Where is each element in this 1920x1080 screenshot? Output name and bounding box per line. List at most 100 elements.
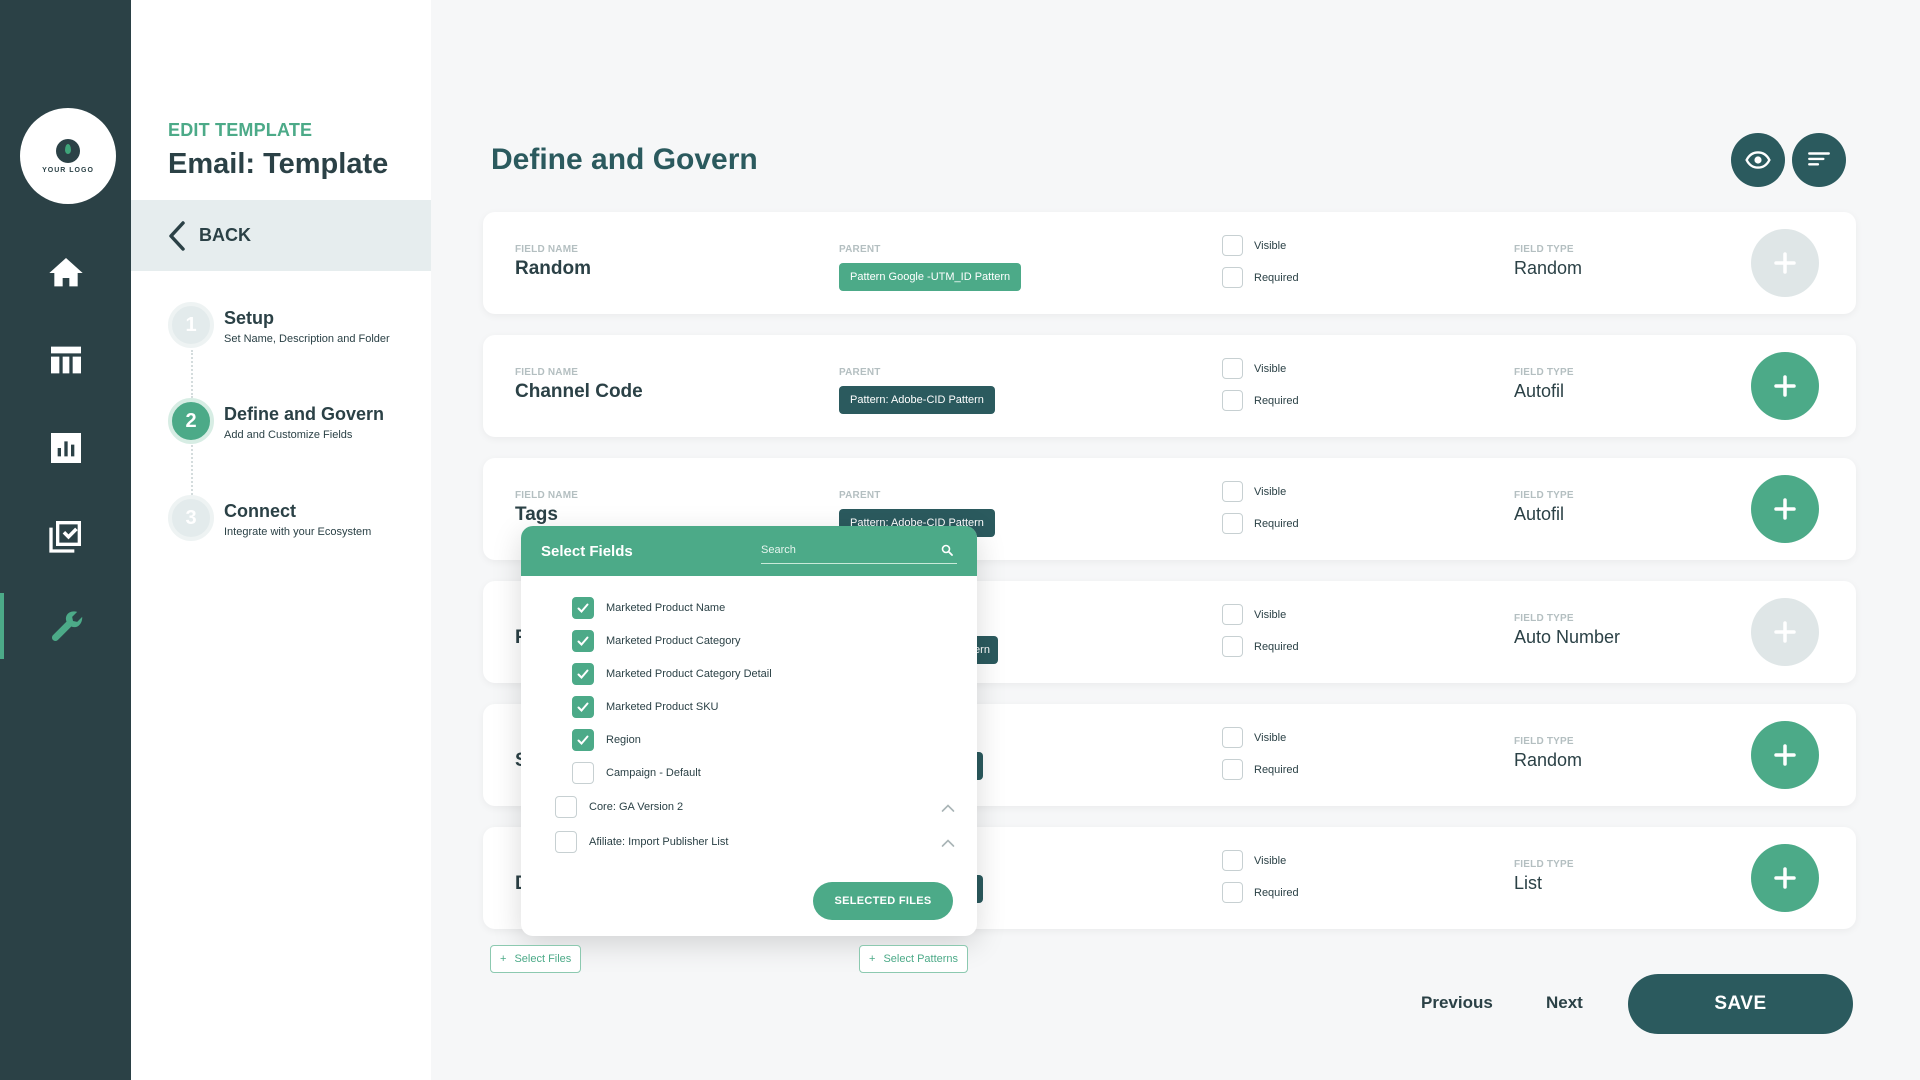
add-button[interactable] — [1751, 229, 1819, 297]
checkbox-unchecked[interactable] — [572, 762, 594, 784]
checkbox-checked[interactable] — [572, 729, 594, 751]
visible-checkbox[interactable] — [1222, 727, 1243, 748]
step-connector — [191, 350, 193, 398]
group-item[interactable]: Afiliate: Import Publisher List — [555, 831, 728, 853]
home-icon — [48, 258, 83, 287]
visible-checkbox[interactable] — [1222, 358, 1243, 379]
list-item[interactable]: Marketed Product SKU — [572, 696, 719, 718]
logo[interactable]: YOUR LOGO — [20, 108, 116, 204]
field-card: FIELD NAME Channel Code PARENT Pattern: … — [483, 335, 1856, 437]
add-button[interactable] — [1751, 721, 1819, 789]
check-icon — [577, 636, 589, 646]
checkbox-checked[interactable] — [572, 597, 594, 619]
wrench-icon — [51, 611, 82, 641]
required-toggle[interactable]: Required — [1222, 636, 1299, 657]
required-toggle[interactable]: Required — [1222, 759, 1299, 780]
rail-checklist[interactable] — [0, 503, 131, 569]
step-setup[interactable]: 1 Setup Set Name, Description and Folder — [168, 302, 390, 348]
selected-files-button[interactable]: SELECTED FILES — [813, 882, 953, 920]
visible-toggle[interactable]: Visible — [1222, 727, 1286, 748]
field-name-label: FIELD NAME — [515, 490, 579, 501]
required-toggle[interactable]: Required — [1222, 513, 1299, 534]
list-item-label: Campaign - Default — [606, 767, 701, 779]
required-toggle[interactable]: Required — [1222, 882, 1299, 903]
required-checkbox[interactable] — [1222, 513, 1243, 534]
plus-icon: + — [869, 953, 876, 965]
back-button[interactable]: BACK — [131, 200, 431, 271]
page-title: Define and Govern — [491, 143, 758, 176]
required-checkbox[interactable] — [1222, 636, 1243, 657]
visible-toggle[interactable]: Visible — [1222, 481, 1286, 502]
required-checkbox[interactable] — [1222, 267, 1243, 288]
list-item-label: Marketed Product Category — [606, 635, 741, 647]
steps-panel: EDIT TEMPLATE Email: Template BACK 1 Set… — [131, 0, 431, 1080]
parent-badge[interactable]: Pattern Google -UTM_ID Pattern — [839, 263, 1022, 291]
checkbox-checked[interactable] — [572, 696, 594, 718]
plus-icon — [1774, 621, 1796, 643]
rail-table[interactable] — [0, 327, 131, 393]
required-checkbox[interactable] — [1222, 882, 1243, 903]
search-icon[interactable] — [941, 544, 953, 556]
previous-button[interactable]: Previous — [1421, 993, 1493, 1013]
chevron-up-icon[interactable] — [941, 838, 955, 848]
group-item[interactable]: Core: GA Version 2 — [555, 796, 683, 818]
list-item[interactable]: Marketed Product Category — [572, 630, 741, 652]
search-input[interactable] — [761, 538, 931, 562]
parent-label: PARENT — [839, 244, 881, 255]
checklist-icon — [48, 521, 81, 553]
field-type-label: FIELD TYPE — [1514, 613, 1574, 624]
list-item[interactable]: Marketed Product Name — [572, 597, 725, 619]
add-button[interactable] — [1751, 598, 1819, 666]
checkbox-unchecked[interactable] — [555, 796, 577, 818]
select-patterns-button[interactable]: + Select Patterns — [859, 945, 969, 973]
field-type-label: FIELD TYPE — [1514, 859, 1574, 870]
list-item[interactable]: Campaign - Default — [572, 762, 701, 784]
rail-home[interactable] — [0, 240, 131, 306]
visible-toggle[interactable]: Visible — [1222, 235, 1286, 256]
field-name: Tags — [515, 504, 558, 525]
add-button[interactable] — [1751, 475, 1819, 543]
filter-button[interactable] — [1792, 133, 1846, 187]
required-label: Required — [1254, 517, 1299, 530]
visible-checkbox[interactable] — [1222, 850, 1243, 871]
step-number: 3 — [168, 495, 214, 541]
visible-checkbox[interactable] — [1222, 604, 1243, 625]
chevron-left-icon — [169, 220, 185, 251]
parent-badge[interactable]: Pattern: Adobe-CID Pattern — [839, 386, 995, 414]
parent-label: PARENT — [839, 490, 881, 501]
list-item[interactable]: Region — [572, 729, 641, 751]
chevron-up-icon[interactable] — [941, 803, 955, 813]
visible-label: Visible — [1254, 485, 1287, 498]
preview-button[interactable] — [1731, 133, 1785, 187]
visible-checkbox[interactable] — [1222, 481, 1243, 502]
check-icon — [577, 702, 589, 712]
required-checkbox[interactable] — [1222, 759, 1243, 780]
visible-label: Visible — [1254, 608, 1287, 621]
required-toggle[interactable]: Required — [1222, 267, 1299, 288]
step-define-govern[interactable]: 2 Define and Govern Add and Customize Fi… — [168, 398, 384, 444]
field-name: Channel Code — [515, 381, 643, 402]
list-item[interactable]: Marketed Product Category Detail — [572, 663, 772, 685]
required-checkbox[interactable] — [1222, 390, 1243, 411]
select-files-button[interactable]: + Select Files — [490, 945, 582, 973]
checkbox-checked[interactable] — [572, 663, 594, 685]
required-toggle[interactable]: Required — [1222, 390, 1299, 411]
visible-toggle[interactable]: Visible — [1222, 358, 1286, 379]
step-connector — [191, 445, 193, 495]
back-label: BACK — [199, 225, 251, 245]
checkbox-unchecked[interactable] — [555, 831, 577, 853]
required-label: Required — [1254, 763, 1299, 776]
rail-tools[interactable] — [0, 593, 131, 659]
next-button[interactable]: Next — [1546, 993, 1583, 1013]
visible-label: Visible — [1254, 854, 1287, 867]
required-label: Required — [1254, 394, 1299, 407]
add-button[interactable] — [1751, 352, 1819, 420]
rail-chart[interactable] — [0, 415, 131, 481]
visible-toggle[interactable]: Visible — [1222, 850, 1286, 871]
checkbox-checked[interactable] — [572, 630, 594, 652]
visible-checkbox[interactable] — [1222, 235, 1243, 256]
add-button[interactable] — [1751, 844, 1819, 912]
save-button[interactable]: SAVE — [1628, 974, 1853, 1034]
visible-toggle[interactable]: Visible — [1222, 604, 1286, 625]
step-connect[interactable]: 3 Connect Integrate with your Ecosystem — [168, 495, 371, 541]
